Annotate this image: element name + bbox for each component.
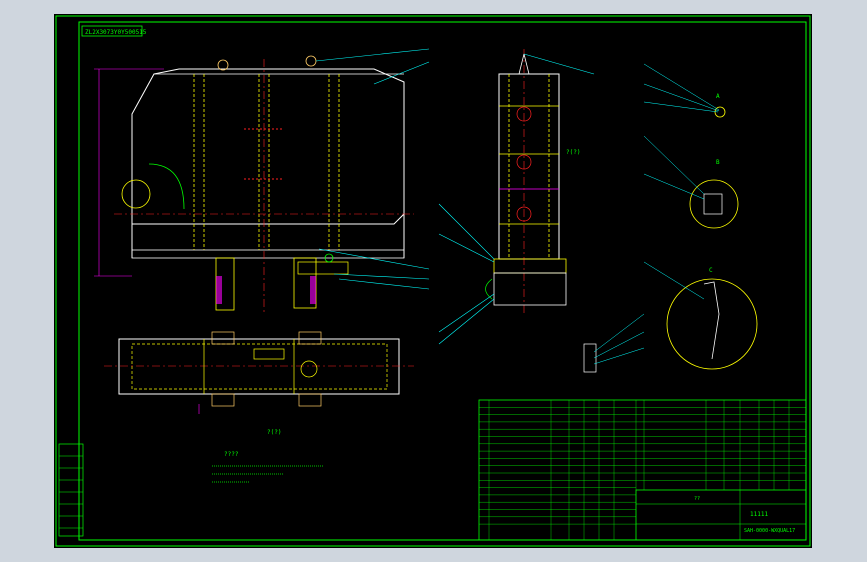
valve-bracket	[297, 261, 349, 275]
front-view[interactable]	[94, 55, 414, 314]
drawing-sheet: ZL2X3073Y0Y500515 ?(?) ?(?) ???? A B C ?…	[55, 15, 811, 547]
plan-lug-2	[298, 331, 322, 345]
title-tag: ZL2X3073Y0Y500515	[85, 29, 147, 36]
side-foot	[493, 272, 567, 306]
plan-inner	[131, 343, 388, 390]
tank-outline	[131, 68, 405, 225]
plan-hatch	[253, 348, 285, 360]
support-marker-right	[310, 276, 316, 304]
detail-b-part	[703, 193, 723, 215]
detail-b-leader-1	[643, 135, 705, 195]
parts-list[interactable]	[478, 399, 807, 541]
detail-a-label: A	[716, 93, 720, 100]
detail-a-leader-3	[643, 101, 719, 113]
plan-port	[300, 360, 318, 378]
drawing-canvas[interactable]: ZL2X3073Y0Y500515 ?(?) ?(?) ???? A B C ?…	[54, 14, 812, 548]
front-view-leaders	[315, 48, 430, 290]
detail-c-circle	[666, 278, 758, 370]
plan-ref-label: ?(?)	[267, 429, 281, 436]
side-view[interactable]	[485, 49, 567, 314]
lifting-lug-right	[305, 55, 317, 67]
manhole-circle	[121, 179, 151, 209]
detail-a-leader-1	[643, 63, 720, 111]
detail-b[interactable]: B	[643, 135, 739, 229]
detail-d[interactable]	[583, 313, 645, 373]
manhole-arc	[148, 163, 185, 210]
side-base	[493, 258, 567, 274]
sheet-border	[55, 15, 811, 547]
cad-viewport: ZL2X3073Y0Y500515 ?(?) ?(?) ???? A B C ?…	[0, 0, 867, 562]
detail-d-leader-1	[593, 313, 645, 353]
detail-c-leader	[643, 261, 705, 300]
detail-c-label: C	[709, 267, 713, 274]
title-block[interactable]: ?? 11111 SAH-0000-WXQUAL17	[635, 489, 807, 541]
detail-d-leader-3	[593, 347, 645, 365]
plan-outline	[118, 338, 400, 395]
side-view-leaders	[438, 53, 595, 345]
plan-lug-1	[211, 331, 235, 345]
detail-a[interactable]: A	[643, 63, 726, 118]
drawing-number: 11111	[750, 511, 768, 518]
drawing-frame	[78, 21, 807, 541]
plan-lug-4	[298, 393, 322, 407]
title-caption: ??	[694, 496, 700, 502]
note-mark: ????	[224, 451, 239, 458]
support-marker-left	[216, 276, 222, 304]
side-ref-label: ?(?)	[566, 149, 580, 156]
detail-d-leader-2	[593, 331, 645, 359]
detail-c-part	[703, 281, 720, 360]
detail-b-label: B	[716, 159, 720, 166]
plan-lug-3	[211, 393, 235, 407]
detail-c[interactable]: C	[643, 261, 758, 370]
part-code: SAH-0000-WXQUAL17	[744, 528, 795, 534]
plan-view[interactable]	[104, 331, 414, 414]
parts-list-frame	[478, 399, 807, 541]
detail-b-leader-2	[643, 173, 705, 200]
